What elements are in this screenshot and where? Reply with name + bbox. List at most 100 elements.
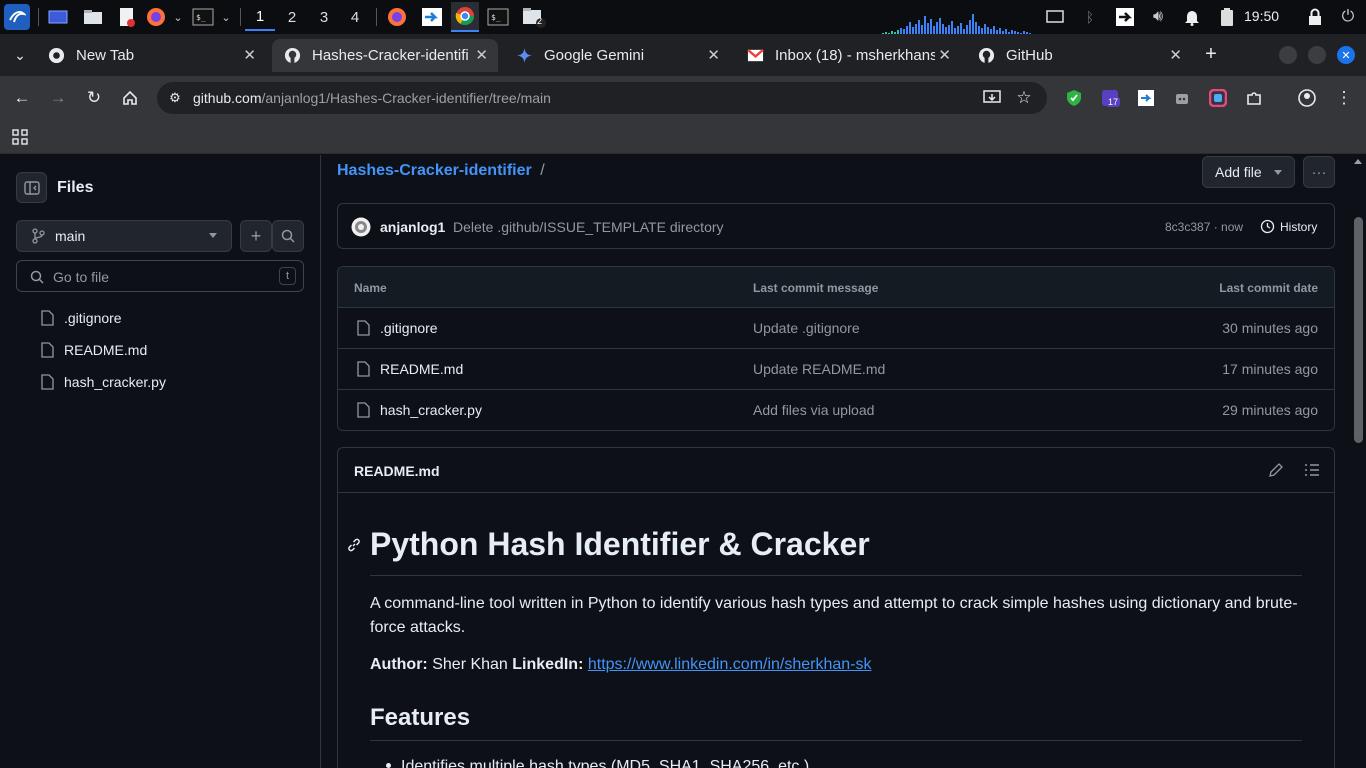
bookmark-star-icon[interactable]: ☆ (1012, 86, 1036, 110)
tree-item-hash-cracker[interactable]: hash_cracker.py (40, 374, 166, 390)
file-commit-message[interactable]: Update .gitignore (753, 320, 860, 336)
more-options-button[interactable]: ··· (1303, 156, 1335, 188)
table-row[interactable]: hash_cracker.py Add files via upload 29 … (338, 389, 1334, 430)
breadcrumb-repo-link[interactable]: Hashes-Cracker-identifier (337, 162, 532, 179)
file-manager-icon[interactable] (82, 6, 104, 28)
add-file-button[interactable]: + (240, 220, 272, 252)
commit-sha[interactable]: 8c3c387 · now (1165, 220, 1243, 234)
svg-text:$_: $_ (491, 13, 501, 22)
file-commit-message[interactable]: Add files via upload (753, 402, 874, 418)
site-info-icon[interactable]: ⚙ (163, 86, 187, 110)
reload-icon[interactable]: ↻ (82, 86, 106, 110)
latest-commit-bar: anjanlog1 Delete .github/ISSUE_TEMPLATE … (337, 203, 1335, 249)
chevron-down-icon[interactable]: ⌄ (219, 6, 233, 28)
workspace-3[interactable]: 3 (309, 3, 339, 31)
commit-author[interactable]: anjanlog1 (380, 219, 445, 235)
file-name-link[interactable]: hash_cracker.py (380, 402, 482, 418)
go-to-file-input[interactable]: Go to file t (16, 260, 304, 292)
gmail-icon (747, 48, 764, 62)
terminal-icon[interactable]: $_ (191, 6, 215, 28)
tab-hashes-cracker[interactable]: Hashes-Cracker-identifi ✕ (272, 39, 498, 72)
close-tab-icon[interactable]: ✕ (938, 46, 951, 64)
robot-extension-icon[interactable] (1170, 86, 1194, 110)
tree-item-readme[interactable]: README.md (40, 342, 147, 358)
collapse-sidebar-button[interactable] (16, 172, 47, 203)
new-tab-button[interactable]: + (1200, 43, 1222, 65)
taskbar-separator (240, 8, 241, 26)
activity-bar (975, 22, 977, 34)
add-file-dropdown-button[interactable]: Add file (1202, 156, 1295, 188)
linkedin-link[interactable]: https://www.linkedin.com/in/sherkhan-sk (588, 656, 872, 673)
avatar[interactable] (351, 217, 371, 237)
tab-label: New Tab (76, 47, 135, 64)
network-activity-graph-icon (882, 14, 1031, 34)
close-tab-icon[interactable]: ✕ (243, 46, 256, 64)
display-icon[interactable] (1045, 6, 1065, 28)
color-extension-icon[interactable] (1206, 86, 1230, 110)
anchor-link-icon[interactable] (346, 537, 362, 553)
text-editor-icon[interactable] (116, 6, 138, 28)
close-window-icon[interactable]: ✕ (1337, 46, 1355, 64)
chevron-down-icon[interactable]: ⌄ (171, 6, 185, 28)
scrollbar-thumb[interactable] (1354, 217, 1363, 443)
commit-message[interactable]: Delete .github/ISSUE_TEMPLATE directory (453, 219, 724, 235)
apps-grid-icon[interactable] (8, 125, 32, 149)
extension-icon[interactable]: 17 (1098, 86, 1122, 110)
install-app-icon[interactable] (980, 86, 1004, 110)
terminal-window-icon[interactable]: $_ (486, 6, 510, 28)
lock-screen-icon[interactable] (1305, 6, 1325, 28)
tree-item-gitignore[interactable]: .gitignore (40, 310, 122, 326)
edit-pencil-icon[interactable] (1268, 462, 1284, 478)
file-manager-window-icon[interactable]: 2 (521, 6, 547, 28)
file-name-link[interactable]: .gitignore (380, 320, 438, 336)
home-icon[interactable] (118, 86, 142, 110)
workspace-1[interactable]: 1 (245, 3, 275, 31)
table-row[interactable]: README.md Update README.md 17 minutes ag… (338, 348, 1334, 389)
firefox-window-icon[interactable] (386, 6, 408, 28)
workspace-2[interactable]: 2 (277, 3, 307, 31)
readme-tab[interactable]: README.md (354, 463, 440, 479)
bluetooth-icon[interactable]: ᛒ (1082, 6, 1098, 28)
file-icon (41, 374, 54, 390)
back-icon[interactable]: ← (10, 86, 34, 110)
scroll-up-arrow-icon[interactable] (1354, 159, 1362, 164)
tab-search-icon[interactable]: ⌄ (10, 44, 30, 66)
chrome-window-icon[interactable] (451, 2, 479, 32)
minimize-icon[interactable] (1279, 46, 1297, 64)
branch-selector[interactable]: main (16, 220, 232, 252)
shield-extension-icon[interactable] (1062, 86, 1086, 110)
battery-icon[interactable] (1218, 6, 1236, 28)
volume-icon[interactable]: 🔊︎ (1148, 6, 1168, 28)
remote-extension-icon[interactable] (1134, 86, 1158, 110)
url-text[interactable]: github.com/anjanlog1/Hashes-Cracker-iden… (193, 90, 551, 106)
history-link[interactable]: History (1260, 219, 1317, 234)
page-scrollbar[interactable] (1351, 155, 1366, 768)
file-name-link[interactable]: README.md (380, 361, 463, 377)
power-icon[interactable]: ⏻ (1338, 6, 1358, 28)
tab-google-gemini[interactable]: Google Gemini ✕ (504, 39, 730, 72)
close-tab-icon[interactable]: ✕ (475, 46, 488, 64)
remote-app-icon[interactable] (420, 6, 444, 28)
file-commit-message[interactable]: Update README.md (753, 361, 885, 377)
profile-icon[interactable] (1295, 86, 1319, 110)
workspace-4[interactable]: 4 (340, 3, 370, 31)
extensions-puzzle-icon[interactable] (1242, 86, 1266, 110)
address-bar[interactable]: ⚙ github.com/anjanlog1/Hashes-Cracker-id… (157, 82, 1047, 114)
notifications-icon[interactable] (1182, 6, 1202, 28)
search-files-button[interactable] (272, 220, 304, 252)
tab-inbox[interactable]: Inbox (18) - msherkhansl ✕ (735, 39, 961, 72)
close-tab-icon[interactable]: ✕ (1169, 46, 1182, 64)
tab-github[interactable]: GitHub ✕ (966, 39, 1192, 72)
forward-icon[interactable]: → (46, 86, 70, 110)
maximize-icon[interactable] (1308, 46, 1326, 64)
browser-menu-icon[interactable]: ⋮ (1332, 86, 1356, 110)
tab-new-tab[interactable]: New Tab ✕ (36, 39, 266, 72)
close-tab-icon[interactable]: ✕ (707, 46, 720, 64)
firefox-icon[interactable] (145, 6, 167, 28)
kali-menu-icon[interactable] (4, 4, 30, 30)
table-row[interactable]: .gitignore Update .gitignore 30 minutes … (338, 307, 1334, 348)
desktop-icon[interactable] (47, 6, 69, 28)
remote-desktop-icon[interactable] (1114, 6, 1136, 28)
clock[interactable]: 19:50 (1244, 8, 1279, 24)
outline-list-icon[interactable] (1304, 462, 1320, 478)
